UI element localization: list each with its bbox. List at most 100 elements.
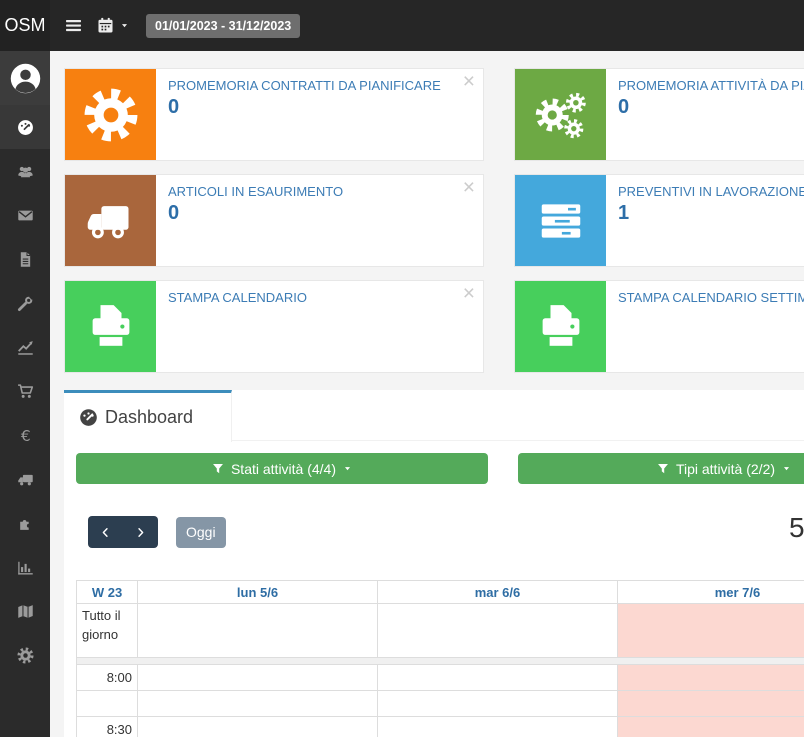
gauge-icon — [17, 119, 34, 136]
today-button[interactable]: Oggi — [176, 517, 226, 548]
printer-icon — [83, 299, 139, 355]
calendar-dropdown-button[interactable] — [97, 17, 129, 34]
widget-card: ARTICOLI IN ESAURIMENTO 0 × — [64, 174, 484, 267]
calendar-icon — [97, 17, 114, 34]
top-navbar: OSM 01/01/2023 - 31/12/2023 — [0, 0, 804, 51]
widget-card: PROMEMORIA CONTRATTI DA PIANIFICARE 0 × — [64, 68, 484, 161]
next-button[interactable] — [123, 516, 158, 548]
time-slot-row: 8:30 — [77, 717, 804, 737]
allday-cell[interactable] — [138, 604, 378, 658]
date-range-picker[interactable]: 01/01/2023 - 31/12/2023 — [146, 14, 300, 38]
menu-bars-icon — [65, 17, 82, 34]
widget-value: 0 — [618, 96, 804, 119]
time-cell[interactable] — [378, 691, 618, 717]
widget-grid: PROMEMORIA CONTRATTI DA PIANIFICARE 0 × … — [64, 68, 804, 373]
allday-cell-today[interactable] — [618, 604, 804, 658]
calendar-toolbar: Oggi — [88, 516, 804, 548]
time-slot-row: 8:00 — [77, 665, 804, 691]
caret-down-icon — [782, 464, 791, 473]
time-label: 8:00 — [77, 665, 138, 691]
users-icon — [17, 163, 34, 180]
chevron-left-icon — [99, 526, 112, 539]
euro-icon — [17, 427, 34, 444]
cart-icon — [17, 383, 34, 400]
widget-title-link[interactable]: STAMPA CALENDARIO SETTIMAN — [618, 290, 804, 305]
envelope-icon — [17, 207, 34, 224]
allday-row: Tutto il giorno — [77, 604, 804, 658]
time-cell-today[interactable] — [618, 665, 804, 691]
sidebar-item-mail[interactable] — [0, 193, 50, 237]
time-cell[interactable] — [378, 665, 618, 691]
gears-icon — [533, 87, 589, 143]
tab-label: Dashboard — [105, 407, 193, 428]
widget-card: STAMPA CALENDARIO × — [64, 280, 484, 373]
sidebar-item-users[interactable] — [0, 149, 50, 193]
sidebar-item-maps[interactable] — [0, 589, 50, 633]
time-cell[interactable] — [378, 717, 618, 737]
tab-bar: Dashboard — [64, 390, 804, 441]
bar-chart-icon — [17, 559, 34, 576]
widget-title-link[interactable]: PROMEMORIA CONTRATTI DA PIANIFICARE — [168, 78, 441, 93]
calendar-nav-group — [88, 516, 158, 548]
sidebar-item-finance[interactable] — [0, 413, 50, 457]
filter-row: Stati attività (4/4) Tipi attività (2/2) — [76, 453, 804, 484]
calendar-grid: W 23 lun 5/6 mar 6/6 mer 7/6 Tutto il gi… — [76, 580, 804, 737]
widget-card: STAMPA CALENDARIO SETTIMAN × — [514, 280, 804, 373]
widget-value: 0 — [168, 96, 441, 119]
widget-value: 1 — [618, 202, 804, 225]
calendar-divider — [77, 658, 804, 665]
wrench-icon — [17, 295, 34, 312]
sidebar-toggle-button[interactable] — [65, 17, 82, 34]
filter-stati-attivita-button[interactable]: Stati attività (4/4) — [76, 453, 488, 484]
time-label: 8:30 — [77, 717, 138, 737]
sidebar-item-shop[interactable] — [0, 369, 50, 413]
widget-title-link[interactable]: ARTICOLI IN ESAURIMENTO — [168, 184, 343, 199]
prev-button[interactable] — [88, 516, 123, 548]
main-content: PROMEMORIA CONTRATTI DA PIANIFICARE 0 × … — [50, 51, 804, 737]
filter-icon — [657, 463, 669, 475]
filter-tipi-attivita-button[interactable]: Tipi attività (2/2) — [518, 453, 804, 484]
sidebar-item-settings[interactable] — [0, 633, 50, 677]
close-icon[interactable]: × — [463, 68, 475, 95]
caret-down-icon — [120, 21, 129, 30]
time-slot-row — [77, 691, 804, 717]
sidebar-item-modules[interactable] — [0, 501, 50, 545]
sidebar-item-shipping[interactable] — [0, 457, 50, 501]
widget-title-link[interactable]: PROMEMORIA ATTIVITÀ DA PIAN — [618, 78, 804, 93]
week-number-header: W 23 — [77, 581, 138, 604]
time-cell[interactable] — [138, 665, 378, 691]
sidebar-item-trends[interactable] — [0, 325, 50, 369]
gear-icon — [17, 647, 34, 664]
filter-icon — [212, 463, 224, 475]
document-icon — [17, 251, 34, 268]
caret-down-icon — [343, 464, 352, 473]
tab-dashboard[interactable]: Dashboard — [64, 390, 232, 442]
server-list-icon — [533, 193, 589, 249]
close-icon[interactable]: × — [463, 280, 475, 307]
sidebar-item-documents[interactable] — [0, 237, 50, 281]
dashboard-panel: Dashboard Stati attività (4/4) Tipi atti… — [64, 390, 804, 737]
widget-title-link[interactable]: PREVENTIVI IN LAVORAZIONE — [618, 184, 804, 199]
widget-title-link[interactable]: STAMPA CALENDARIO — [168, 290, 307, 305]
time-cell[interactable] — [138, 691, 378, 717]
puzzle-icon — [17, 515, 34, 532]
allday-label: Tutto il giorno — [77, 604, 138, 658]
time-cell-today[interactable] — [618, 691, 804, 717]
sidebar-item-statistics[interactable] — [0, 545, 50, 589]
app-logo: OSM — [0, 0, 50, 51]
user-panel — [0, 51, 50, 105]
truck-icon — [83, 193, 139, 249]
calendar-header-row: W 23 lun 5/6 mar 6/6 mer 7/6 — [77, 581, 804, 604]
gear-icon — [83, 87, 139, 143]
calendar-title: 5 — [789, 512, 804, 544]
time-cell[interactable] — [138, 717, 378, 737]
day-header: lun 5/6 — [138, 581, 378, 604]
time-cell-today[interactable] — [618, 717, 804, 737]
sidebar-item-tools[interactable] — [0, 281, 50, 325]
truck-icon — [17, 471, 34, 488]
allday-cell[interactable] — [378, 604, 618, 658]
gauge-icon — [79, 408, 98, 427]
chart-line-icon — [17, 339, 34, 356]
close-icon[interactable]: × — [463, 174, 475, 201]
sidebar-item-dashboard[interactable] — [0, 105, 50, 149]
